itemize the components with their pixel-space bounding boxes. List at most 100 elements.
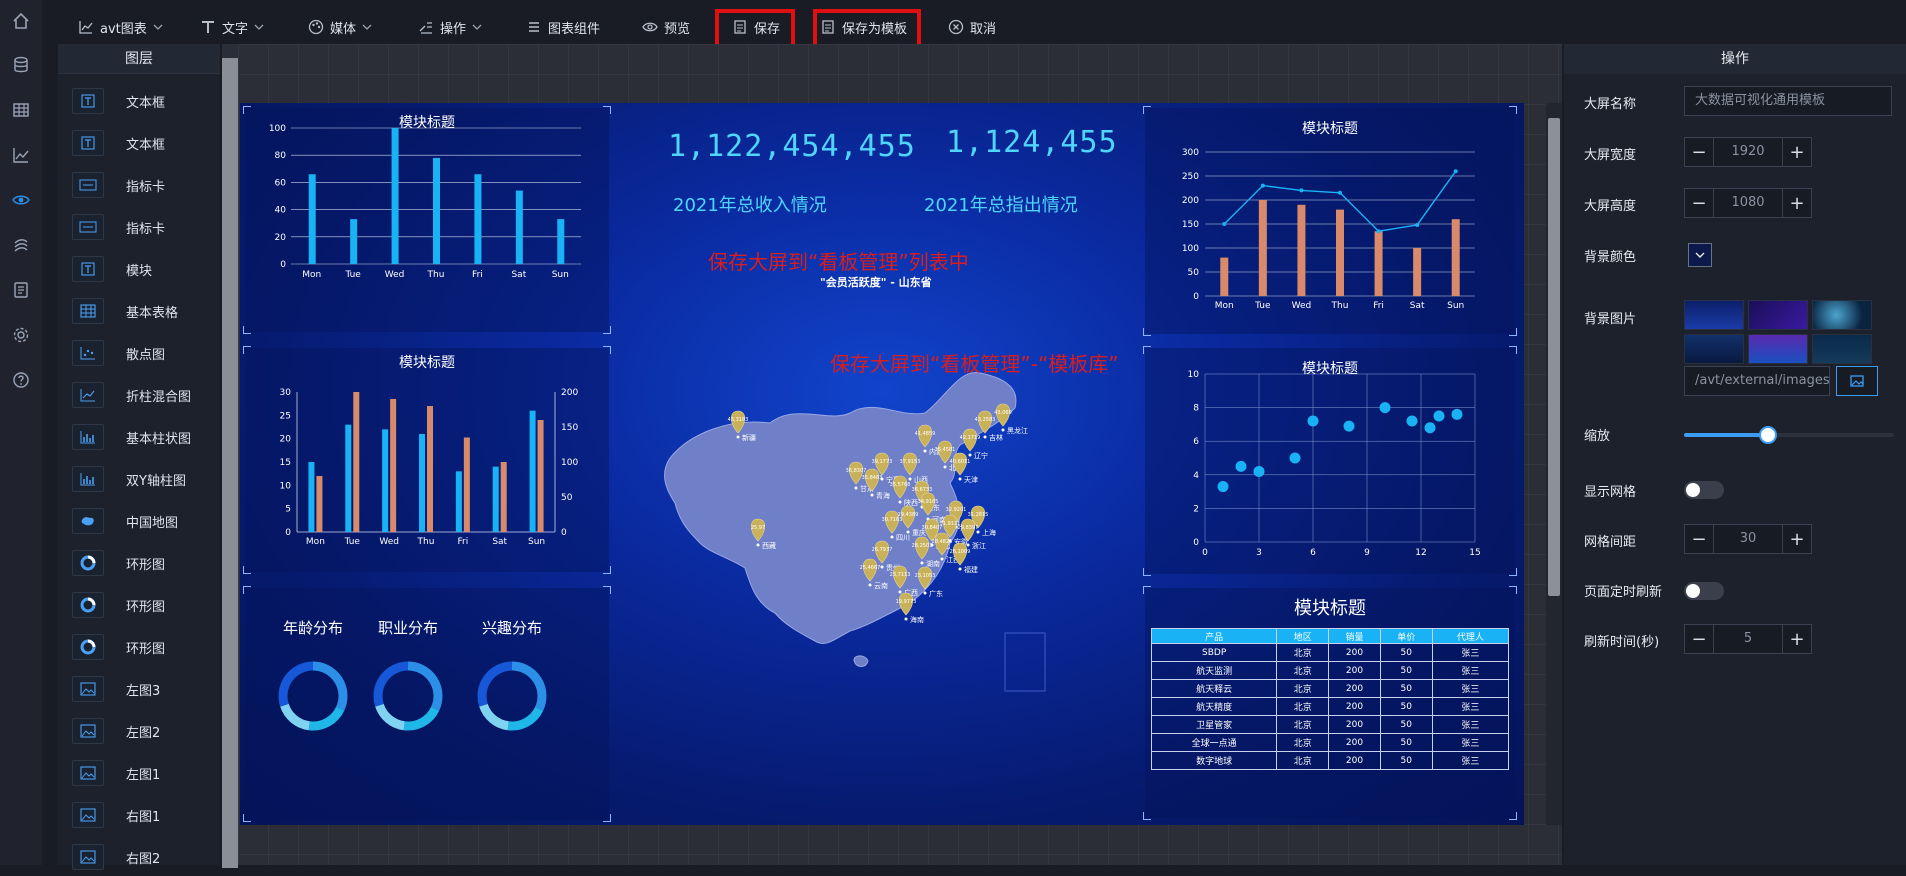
background-color-picker[interactable] — [1688, 243, 1712, 267]
layer-item[interactable]: 左图1 — [58, 754, 220, 792]
layer-item[interactable]: 环形图 — [58, 586, 220, 624]
layer-item[interactable]: 左图3 — [58, 670, 220, 708]
help-icon[interactable] — [12, 371, 30, 389]
grid-gap-stepper[interactable]: − 30 + — [1684, 524, 1812, 554]
toolbar-operate-menu[interactable]: 操作 — [418, 14, 482, 40]
toolbar-text-menu[interactable]: 文字 — [200, 14, 264, 40]
toolbar-cancel-button[interactable]: 取消 — [948, 14, 996, 40]
map-pin-value: 35,4581 — [935, 447, 956, 453]
panel-corner — [1143, 586, 1151, 594]
bar-chart-panel[interactable]: 模块标题 0 20 40 60 80 100 Mon Tue Wed Thu Fri Sat Sun — [243, 106, 611, 334]
china-map[interactable]: 43,3183 新疆 25,97 西藏 43,069 黑龙江 43,2583 吉林 42,171… — [660, 363, 1080, 703]
background-thumb-2[interactable] — [1748, 300, 1808, 330]
x-tick-label: Thu — [1331, 301, 1349, 311]
map-pin-value: 26,7937 — [872, 547, 893, 553]
layer-item[interactable]: 基本表格 — [58, 292, 220, 330]
increment-button[interactable]: + — [1783, 525, 1811, 553]
background-thumb-1[interactable] — [1684, 300, 1744, 330]
settings-icon[interactable] — [12, 326, 30, 344]
layer-item[interactable]: 折柱混合图 — [58, 376, 220, 414]
screen-width-value[interactable]: 1920 — [1713, 138, 1783, 166]
panel-corner — [243, 586, 251, 594]
bar — [350, 219, 358, 264]
background-image-path-input[interactable]: /avt/external/images — [1684, 366, 1830, 396]
screen-name-input[interactable]: 大数据可视化通用模板 — [1684, 86, 1892, 116]
background-thumb-4[interactable] — [1684, 334, 1744, 364]
decrement-button[interactable]: − — [1685, 138, 1713, 166]
toolbar-item-label: 媒体 — [330, 21, 357, 37]
layer-item-label: 模块 — [126, 263, 153, 279]
increment-button[interactable]: + — [1783, 625, 1811, 653]
layer-item[interactable]: 右图1 — [58, 796, 220, 834]
document-icon[interactable] — [12, 281, 30, 299]
line-bar-panel[interactable]: 模块标题 0 50 100 150 200 250 300 Mon Tue Wed Thu Fri Sa… — [1143, 106, 1517, 336]
layer-item[interactable]: 基本柱状图 — [58, 418, 220, 456]
background-thumb-6[interactable] — [1812, 334, 1872, 364]
increment-button[interactable]: + — [1783, 189, 1811, 217]
layer-item[interactable]: 文本框 — [58, 82, 220, 120]
screen-height-stepper[interactable]: − 1080 + — [1684, 188, 1812, 218]
donut-icon — [72, 592, 104, 618]
map-pin-value: 26,1009 — [950, 549, 971, 555]
zoom-slider-handle[interactable] — [1759, 426, 1777, 444]
upload-image-button[interactable] — [1836, 366, 1878, 396]
map-dot — [958, 567, 962, 571]
layer-item[interactable]: 双Y轴柱图 — [58, 460, 220, 498]
toolbar-item-label: 图表组件 — [548, 21, 601, 37]
map-city-label: 陕西 — [904, 498, 918, 507]
decrement-button[interactable]: − — [1685, 189, 1713, 217]
table-icon[interactable] — [12, 101, 30, 119]
grid-gap-value[interactable]: 30 — [1713, 525, 1783, 553]
background-thumb-5[interactable] — [1748, 334, 1808, 364]
revenue-total-value: 1,122,454,455 — [668, 129, 916, 164]
screen-height-value[interactable]: 1080 — [1713, 189, 1783, 217]
bar — [1297, 204, 1306, 296]
layer-item[interactable]: 环形图 — [58, 544, 220, 582]
scatter-chart: 02468100 3 6 9 12 15 — [1188, 370, 1481, 558]
home-icon[interactable] — [12, 12, 30, 30]
zoom-slider-track[interactable] — [1684, 426, 1894, 444]
increment-button[interactable]: + — [1783, 138, 1811, 166]
decrement-button[interactable]: − — [1685, 525, 1713, 553]
table-cell: 200 — [1328, 661, 1381, 680]
layer-item[interactable]: 左图2 — [58, 712, 220, 750]
refresh-time-stepper[interactable]: − 5 + — [1684, 624, 1812, 654]
dual-y-bar-panel[interactable]: 模块标题 0 5 10 15 20 25 30 0 50 100 150 200 Mon Tue Wed Th… — [243, 346, 611, 574]
refresh-time-value[interactable]: 5 — [1713, 625, 1783, 653]
table-panel[interactable]: 模块标题 产品 地区 销量 单价 代理人 SBDP 北京 200 50 张三 航天监测 北京 200 5… — [1143, 586, 1517, 820]
layer-item[interactable]: 文本框 — [58, 124, 220, 162]
show-grid-toggle[interactable] — [1684, 481, 1724, 499]
map-dot — [908, 477, 912, 481]
toolbar-avt-chart-menu[interactable]: avt图表 — [78, 14, 163, 40]
layer-item[interactable]: 模块 — [58, 250, 220, 288]
chart-icon[interactable] — [12, 146, 30, 164]
donut-panel[interactable]: 年龄分布 职业分布 兴趣分布 — [243, 586, 611, 822]
layer-item[interactable]: 中国地图 — [58, 502, 220, 540]
layer-item[interactable]: 环形图 — [58, 628, 220, 666]
y-tick-label: 200 — [1182, 196, 1199, 206]
toolbar-preview-button[interactable]: 预览 — [642, 14, 690, 40]
layers-icon[interactable] — [12, 236, 30, 254]
layer-item[interactable]: 指标卡 — [58, 166, 220, 204]
toolbar-components-button[interactable]: 图表组件 — [526, 14, 600, 40]
screen-width-stepper[interactable]: − 1920 + — [1684, 137, 1812, 167]
dashboard-screen[interactable]: 模块标题 0 20 40 60 80 100 Mon Tue Wed Thu Fri Sat Sun 模… — [240, 103, 1524, 825]
scrollbar-thumb[interactable] — [222, 58, 238, 868]
layers-scrollbar[interactable] — [222, 44, 238, 868]
image-icon — [72, 676, 104, 702]
decrement-button[interactable]: − — [1685, 625, 1713, 653]
map-dot — [854, 486, 858, 490]
layer-item[interactable]: 指标卡 — [58, 208, 220, 246]
scatter-panel[interactable]: 模块标题 0 2 4 6 8 10 0 3 6 9 12 15 — [1143, 346, 1517, 576]
map-city-label: 吉林 — [989, 433, 1003, 442]
canvas-scrollbar[interactable] — [1546, 103, 1562, 825]
eye-icon[interactable] — [12, 191, 30, 209]
database-icon[interactable] — [12, 56, 30, 74]
bar — [1336, 209, 1344, 296]
scrollbar-thumb[interactable] — [1548, 118, 1560, 596]
toolbar-media-menu[interactable]: 媒体 — [308, 14, 372, 40]
layer-item[interactable]: 散点图 — [58, 334, 220, 372]
background-thumb-3[interactable] — [1812, 300, 1872, 330]
auto-refresh-toggle[interactable] — [1684, 582, 1724, 600]
layer-item[interactable]: 右图2 — [58, 838, 220, 876]
